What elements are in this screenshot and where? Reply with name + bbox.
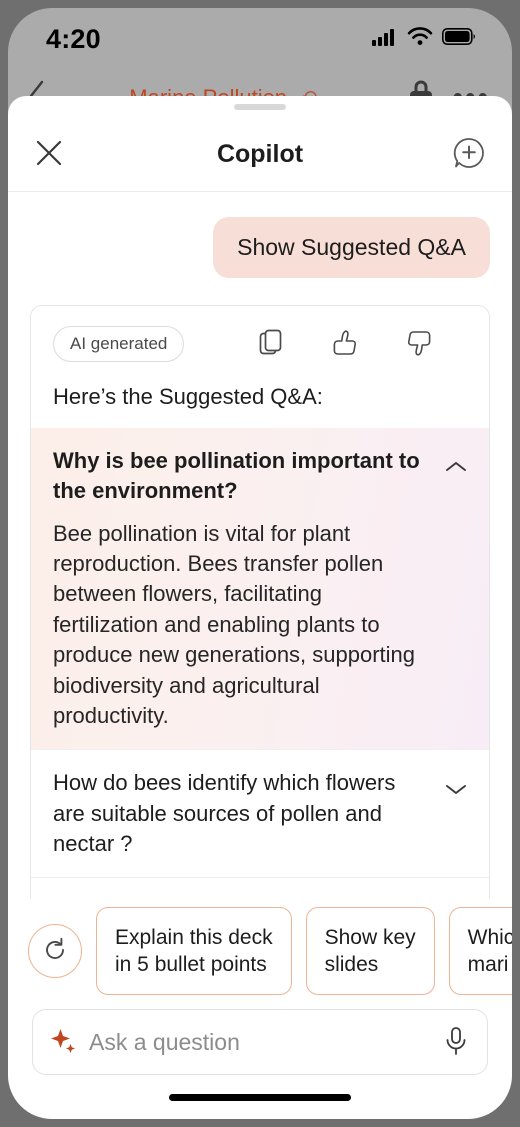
- sparkle-icon: [49, 1027, 79, 1057]
- qa-question: How do bees identify which flowers are s…: [53, 770, 396, 856]
- cellular-signal-icon: [372, 28, 398, 51]
- ai-generated-badge: AI generated: [53, 326, 185, 362]
- conversation-scroll-area[interactable]: Show Suggested Q&A AI generated Here’s t…: [8, 192, 512, 899]
- sheet-grabber-area[interactable]: [8, 96, 512, 118]
- qa-item-collapsed[interactable]: What happens if bee pollination declines…: [31, 877, 489, 899]
- suggestion-chips-row[interactable]: Explain this deck in 5 bullet points Sho…: [8, 899, 512, 1003]
- sheet-grabber-handle[interactable]: [234, 104, 286, 110]
- suggestion-chip[interactable]: Whic mari: [448, 906, 512, 996]
- qa-question: Why is bee pollination important to the …: [53, 448, 420, 504]
- page-title: Copilot: [216, 140, 304, 168]
- status-bar: 4:20: [8, 8, 512, 70]
- thumbs-up-button[interactable]: [331, 329, 359, 360]
- user-message-row: Show Suggested Q&A: [30, 192, 490, 278]
- qa-item-body: Why is bee pollination important to the …: [53, 446, 443, 731]
- answer-card: AI generated Here’s the Suggested Q&A: W…: [30, 305, 490, 899]
- qa-item-body: How do bees identify which flowers are s…: [53, 768, 443, 859]
- answer-intro-text: Here’s the Suggested Q&A:: [53, 384, 323, 409]
- home-indicator[interactable]: [169, 1093, 351, 1101]
- ask-question-input[interactable]: [79, 1028, 443, 1056]
- home-indicator-area: [8, 1075, 512, 1119]
- close-icon: [34, 138, 64, 171]
- copilot-header: Copilot: [8, 118, 512, 192]
- qa-item-collapsed[interactable]: How do bees identify which flowers are s…: [31, 749, 489, 877]
- status-bar-icons: [372, 27, 476, 51]
- refresh-icon: [42, 937, 68, 966]
- qa-item-expanded[interactable]: Why is bee pollination important to the …: [31, 428, 489, 750]
- qa-question: What happens if bee pollination declines…: [53, 896, 433, 899]
- microphone-button[interactable]: [443, 1026, 469, 1059]
- battery-full-icon: [442, 28, 476, 50]
- wifi-icon: [407, 27, 433, 51]
- copilot-sheet: Copilot Show Suggested Q&A AI generated: [8, 96, 512, 1119]
- chevron-down-icon[interactable]: [443, 768, 469, 796]
- suggestion-chip[interactable]: Explain this deck in 5 bullet points: [96, 906, 292, 996]
- phone-frame: 4:20 Copilot Show Suggested Q&A AI gener…: [0, 0, 520, 1127]
- close-button[interactable]: [34, 138, 64, 171]
- thumbs-up-icon: [331, 329, 359, 360]
- copy-button[interactable]: [259, 329, 285, 360]
- thumbs-down-button[interactable]: [405, 329, 433, 360]
- suggestion-chip[interactable]: Show key slides: [305, 906, 435, 996]
- new-chat-button[interactable]: [452, 136, 486, 173]
- new-chat-plus-icon: [452, 136, 486, 173]
- status-bar-clock: 4:20: [46, 23, 101, 54]
- composer-box[interactable]: [32, 1009, 488, 1075]
- answer-card-actions: [259, 329, 467, 360]
- composer: [8, 1003, 512, 1075]
- microphone-icon: [443, 1026, 469, 1059]
- copy-icon: [259, 329, 285, 360]
- refresh-suggestions-button[interactable]: [28, 924, 82, 978]
- chevron-up-icon[interactable]: [443, 446, 469, 474]
- qa-answer: Bee pollination is vital for plant repro…: [53, 520, 416, 728]
- chevron-down-icon[interactable]: [443, 896, 469, 899]
- answer-card-toolbar: AI generated: [31, 306, 489, 370]
- thumbs-down-icon: [405, 329, 433, 360]
- qa-item-body: What happens if bee pollination declines…: [53, 896, 443, 899]
- user-message-bubble: Show Suggested Q&A: [213, 217, 490, 278]
